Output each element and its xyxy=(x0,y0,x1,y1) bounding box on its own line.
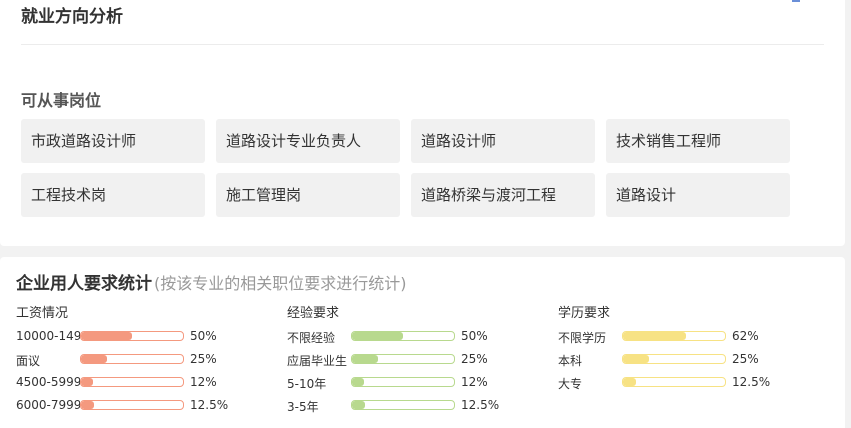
progress-fill xyxy=(352,355,378,363)
divider xyxy=(21,44,824,45)
stats-row: 不限学历 62% xyxy=(558,325,818,347)
stats-group-experience: 经验要求 不限经验 50% 应届毕业生 25% 5-10年 12% 3-5年 1… xyxy=(287,304,547,416)
progress-bar xyxy=(622,354,726,364)
stats-row: 3-5年 12.5% xyxy=(287,394,547,416)
jobs-subtitle: 可从事岗位 xyxy=(21,91,102,110)
stats-row-label: 3-5年 xyxy=(287,400,319,414)
stats-row-percent: 25% xyxy=(190,352,217,366)
stats-row-label: 本科 xyxy=(558,354,583,368)
progress-fill xyxy=(81,355,107,363)
stats-row: 面议 25% xyxy=(16,348,276,370)
stats-row: 4500-5999 12% xyxy=(16,371,276,393)
stats-row-label: 面议 xyxy=(16,354,41,368)
stats-row-label: 不限经验 xyxy=(287,331,336,345)
job-tag[interactable]: 施工管理岗 xyxy=(216,173,400,217)
stats-group-salary: 工资情况 10000-14999 50% 面议 25% 4500-5999 12… xyxy=(16,304,276,416)
progress-bar xyxy=(80,377,184,387)
stats-row-label: 不限学历 xyxy=(558,331,607,345)
stats-card: 企业用人要求统计 (按该专业的相关职位要求进行统计) 工资情况 10000-149… xyxy=(0,257,845,428)
job-tag[interactable]: 道路设计师 xyxy=(411,119,595,163)
corner-mark xyxy=(792,0,800,2)
stats-row: 大专 12.5% xyxy=(558,371,818,393)
stats-row-percent: 12% xyxy=(190,375,217,389)
progress-fill xyxy=(352,378,365,386)
stats-row-percent: 12% xyxy=(461,375,488,389)
progress-bar xyxy=(80,331,184,341)
direction-card: 就业方向分析 可从事岗位 市政道路设计师 道路设计专业负责人 道路设计师 技术销… xyxy=(0,0,845,246)
job-tag[interactable]: 道路设计专业负责人 xyxy=(216,119,400,163)
stats-row-label: 10000-14999 xyxy=(16,329,80,343)
stats-row-label: 6000-7999 xyxy=(16,398,80,412)
stats-row-percent: 25% xyxy=(732,352,759,366)
progress-bar xyxy=(351,400,455,410)
stats-group-title: 工资情况 xyxy=(16,306,69,321)
progress-bar xyxy=(80,354,184,364)
stats-row-percent: 12.5% xyxy=(190,398,229,412)
progress-bar xyxy=(351,354,455,364)
stats-row-percent: 25% xyxy=(461,352,488,366)
stats-row: 6000-7999 12.5% xyxy=(16,394,276,416)
stats-group-education: 学历要求 不限学历 62% 本科 25% 大专 12.5% xyxy=(558,304,818,393)
progress-fill xyxy=(81,332,132,340)
stats-group-title: 学历要求 xyxy=(558,306,611,321)
progress-fill xyxy=(352,332,403,340)
stats-row: 应届毕业生 25% xyxy=(287,348,547,370)
stats-row: 10000-14999 50% xyxy=(16,325,276,347)
progress-bar xyxy=(622,331,726,341)
progress-fill xyxy=(81,401,94,409)
job-tag[interactable]: 工程技术岗 xyxy=(21,173,205,217)
stats-row-percent: 62% xyxy=(732,329,759,343)
stats-row-label: 4500-5999 xyxy=(16,375,80,389)
progress-bar xyxy=(351,377,455,387)
stats-row: 不限经验 50% xyxy=(287,325,547,347)
progress-bar xyxy=(622,377,726,387)
section-title: 就业方向分析 xyxy=(21,7,123,27)
stats-title: 企业用人要求统计 xyxy=(16,274,152,294)
stats-row-percent: 12.5% xyxy=(732,375,771,389)
stats-group-title: 经验要求 xyxy=(287,306,340,321)
stats-row-label: 大专 xyxy=(558,377,583,391)
job-tag[interactable]: 道路设计 xyxy=(606,173,790,217)
progress-bar xyxy=(80,400,184,410)
progress-fill xyxy=(623,332,687,340)
stats-row-percent: 12.5% xyxy=(461,398,500,412)
stats-note: (按该专业的相关职位要求进行统计) xyxy=(154,274,407,293)
progress-fill xyxy=(623,378,636,386)
stats-row-percent: 50% xyxy=(190,329,217,343)
job-tag[interactable]: 技术销售工程师 xyxy=(606,119,790,163)
job-tag-grid: 市政道路设计师 道路设计专业负责人 道路设计师 技术销售工程师 工程技术岗 施工… xyxy=(21,119,790,217)
progress-bar xyxy=(351,331,455,341)
progress-fill xyxy=(352,401,365,409)
stats-row: 5-10年 12% xyxy=(287,371,547,393)
stats-row: 本科 25% xyxy=(558,348,818,370)
stats-header: 企业用人要求统计 (按该专业的相关职位要求进行统计) xyxy=(16,269,407,294)
stats-row-percent: 50% xyxy=(461,329,488,343)
progress-fill xyxy=(81,378,94,386)
progress-fill xyxy=(623,355,649,363)
job-tag[interactable]: 市政道路设计师 xyxy=(21,119,205,163)
stats-row-label: 5-10年 xyxy=(287,377,327,391)
job-tag[interactable]: 道路桥梁与渡河工程 xyxy=(411,173,595,217)
stats-row-label: 应届毕业生 xyxy=(287,354,348,368)
